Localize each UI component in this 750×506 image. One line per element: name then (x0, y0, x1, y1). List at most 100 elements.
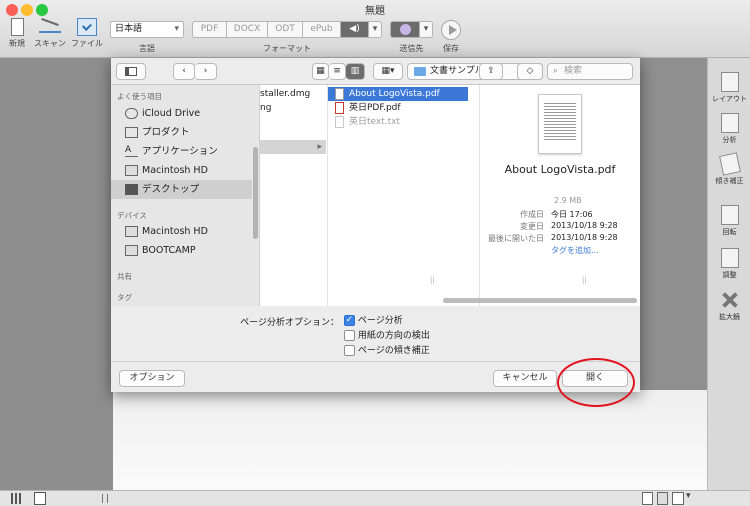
deskew-checkbox[interactable]: ページの傾き補正 (344, 343, 430, 356)
right-tool-panel: レイアウト 分析 傾き補正 回転 調整 拡大鏡 (707, 58, 750, 490)
sidebar-item-label: アプリケーション (142, 146, 218, 157)
list-item-selected-folder[interactable]: ▸ (260, 140, 326, 154)
orientation-detection-checkbox[interactable]: 用紙の方向の検出 (344, 328, 430, 341)
open-file-dialog: ‹ › ▦ ≡ ▥ ▦▾ 文書サンプル ⇪ ◇ ⌕ 検索 よく使う項目 iClo… (111, 58, 640, 392)
file-button[interactable]: ファイル (70, 18, 104, 49)
deskew-icon (718, 152, 741, 176)
cloud-icon (125, 108, 138, 119)
single-page-icon[interactable] (642, 492, 653, 505)
layout-tool[interactable]: レイアウト (708, 72, 750, 104)
created-value: 今日 17:06 (551, 210, 593, 219)
file-name: About LogoVista.pdf (349, 89, 440, 99)
arrange-button[interactable]: ▦▾ (373, 63, 403, 80)
rotate-label: 回転 (722, 228, 737, 236)
deskew-tool[interactable]: 傾き補正 (708, 152, 750, 186)
column-view-button[interactable]: ▥ (346, 63, 365, 80)
back-button[interactable]: ‹ (173, 63, 195, 80)
sidebar-item-products[interactable]: プロダクト (111, 123, 252, 142)
list-item[interactable]: ng (260, 101, 271, 115)
zoom-page-icon[interactable] (672, 492, 684, 505)
column-resize-handle-icon[interactable]: || (430, 276, 435, 284)
horizontal-scrollbar[interactable] (443, 298, 637, 303)
chevron-down-icon: ▾ (174, 24, 179, 34)
file-item-about-logovista[interactable]: About LogoVista.pdf (328, 87, 468, 101)
send-target-button[interactable] (390, 21, 420, 38)
file-item-txt[interactable]: 英日text.txt (328, 115, 400, 129)
page-analysis-checkbox[interactable]: ✓ ページ分析 (344, 313, 403, 326)
last-opened-value: 2013/10/18 9:28 (551, 233, 618, 242)
add-tags-link[interactable]: タグを追加... (551, 245, 599, 256)
splitter-handle-icon[interactable] (102, 494, 108, 503)
bottom-bar: ▾ (0, 490, 750, 506)
list-icon: ≡ (333, 66, 341, 76)
save-button[interactable] (441, 20, 461, 40)
sidebar-item-icloud[interactable]: iCloud Drive (111, 104, 252, 123)
file-label: ファイル (71, 39, 103, 48)
sidebar-item-label: プロダクト (142, 127, 190, 138)
format-docx[interactable]: DOCX (227, 21, 268, 38)
send-menu[interactable]: ▾ (420, 21, 433, 38)
file-item-pdf[interactable]: 英日PDF.pdf (328, 101, 401, 115)
send-label: 送信先 (399, 44, 424, 53)
highlight-circle (557, 358, 635, 407)
tag-button[interactable]: ◇ (517, 63, 543, 80)
list-view-button[interactable]: ≡ (329, 63, 346, 80)
language-label: 言語 (139, 44, 155, 53)
grid-view-icon[interactable] (11, 493, 23, 504)
column-resize-handle-icon[interactable]: || (582, 276, 587, 284)
sidebar-item-macintosh-hd[interactable]: Macintosh HD (111, 161, 252, 180)
format-epub[interactable]: ePub (303, 21, 341, 38)
last-opened-label: 最後に開いた日 (488, 234, 544, 243)
search-field[interactable]: ⌕ 検索 (547, 63, 633, 80)
format-odt[interactable]: ODT (268, 21, 303, 38)
folder-icon (414, 67, 426, 76)
format-menu[interactable]: ▾ (369, 21, 382, 38)
adjust-label: 調整 (722, 271, 737, 279)
shared-header: 共有 (117, 272, 132, 281)
scanner-icon (39, 17, 61, 36)
document-page (113, 390, 707, 490)
adjust-tool[interactable]: 調整 (708, 248, 750, 280)
text-page-icon[interactable] (657, 492, 668, 505)
file-name: 英日PDF.pdf (349, 103, 401, 113)
tags-header: タグ (117, 293, 132, 302)
forward-button[interactable]: › (195, 63, 217, 80)
chevron-left-icon: ‹ (182, 66, 186, 76)
sidebar-scrollbar[interactable] (253, 147, 258, 239)
sidebar-item-bootcamp[interactable]: BOOTCAMP (111, 241, 252, 260)
sidebar-item-applications[interactable]: A アプリケーション (111, 142, 252, 161)
share-button[interactable]: ⇪ (479, 63, 503, 80)
rotate-tool[interactable]: 回転 (708, 205, 750, 237)
icon-view-button[interactable]: ▦ (312, 63, 329, 80)
format-audio[interactable]: ◀) (341, 21, 369, 38)
created-label: 作成日 (520, 210, 544, 219)
pdf-file-icon (335, 102, 344, 114)
arrange-icon: ▦▾ (381, 66, 395, 76)
chevron-down-icon[interactable]: ▾ (686, 491, 691, 501)
list-item[interactable]: staller.dmg (260, 87, 310, 101)
options-button[interactable]: オプション (119, 370, 185, 387)
new-label: 新規 (9, 39, 25, 48)
sidebar-toggle-button[interactable] (116, 63, 146, 80)
language-select[interactable]: 日本語 ▾ (110, 21, 184, 38)
analyze-label: 分析 (722, 136, 737, 144)
checkbox-label: ページの傾き補正 (357, 346, 430, 356)
page-analysis-options: ページ分析オプション： ✓ ページ分析 用紙の方向の検出 ページの傾き補正 (111, 306, 640, 361)
page-view-icon[interactable] (34, 492, 46, 505)
magnifier-tool[interactable]: 拡大鏡 (708, 290, 750, 322)
new-button[interactable]: 新規 (4, 18, 30, 49)
magnifier-icon (720, 290, 740, 310)
sidebar-item-desktop[interactable]: デスクトップ (111, 180, 252, 199)
cancel-button[interactable]: キャンセル (493, 370, 557, 387)
modified-value: 2013/10/18 9:28 (551, 221, 618, 230)
analyze-tool[interactable]: 分析 (708, 113, 750, 145)
layout-label: レイアウト (712, 95, 747, 103)
format-pdf[interactable]: PDF (192, 21, 227, 38)
magnifier-label: 拡大鏡 (719, 313, 740, 321)
files-column: About LogoVista.pdf 英日PDF.pdf 英日text.txt (328, 85, 480, 306)
sidebar-item-label: iCloud Drive (142, 108, 201, 119)
scan-button[interactable]: スキャン (31, 17, 69, 49)
sidebar-item-label: Macintosh HD (142, 165, 208, 176)
sidebar-item-device-macintosh-hd[interactable]: Macintosh HD (111, 222, 252, 241)
sidebar-item-label: BOOTCAMP (142, 245, 196, 256)
